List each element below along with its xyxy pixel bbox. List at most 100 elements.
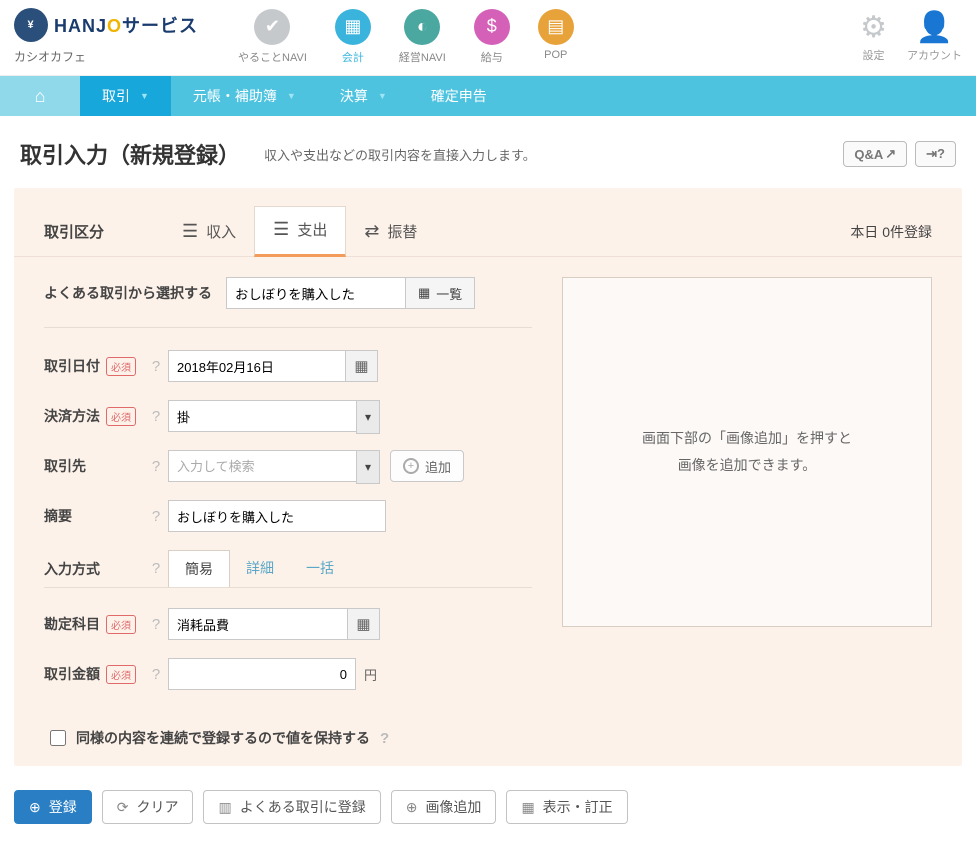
payment-value[interactable] xyxy=(168,400,380,432)
label-text: 決済方法 xyxy=(44,406,100,426)
help-button[interactable]: ⇥? xyxy=(915,141,956,167)
mode-tab-simple[interactable]: 簡易 xyxy=(168,550,230,587)
bookmark-icon: ▥ xyxy=(218,799,231,816)
help-icon[interactable]: ? xyxy=(144,458,168,475)
mode-tabs: 簡易 詳細 一括 xyxy=(168,550,350,587)
logo-o: O xyxy=(107,16,122,36)
label-text: 取引金額 xyxy=(44,664,100,684)
row-input-mode: 入力方式 ? 簡易 詳細 一括 xyxy=(44,550,532,588)
label-payment: 決済方法 必須 xyxy=(44,406,144,426)
nav-todo[interactable]: ✔ やることNAVI xyxy=(238,9,307,65)
main-panel: 取引区分 ☰ 収入 ☰ 支出 ⇄ 振替 本日 0件登録 よくある取引から選択する… xyxy=(14,188,962,766)
frequent-btn-label: 一覧 xyxy=(436,284,462,303)
help-icon[interactable]: ? xyxy=(144,358,168,375)
logo-text: HANJ xyxy=(54,16,107,36)
calendar-button[interactable]: ▦ xyxy=(346,350,378,382)
subnav-label: 決算 xyxy=(340,86,368,106)
logo[interactable]: ¥ HANJOサービス xyxy=(14,8,198,42)
chevron-down-icon: ▼ xyxy=(140,91,149,101)
plus-circle-icon: ⊕ xyxy=(406,799,418,816)
tab-income[interactable]: ☰ 収入 xyxy=(164,209,254,256)
nav-pop[interactable]: ▤ POP xyxy=(538,9,574,65)
check-circle-icon: ✔ xyxy=(254,9,290,45)
subnav-transaction[interactable]: 取引▼ xyxy=(80,76,171,116)
account-input[interactable] xyxy=(168,608,348,640)
partner-input[interactable] xyxy=(168,450,380,482)
income-icon: ☰ xyxy=(182,221,198,242)
add-partner-button[interactable]: + 追加 xyxy=(390,450,464,482)
retain-checkbox[interactable] xyxy=(50,730,66,746)
company-name: カシオカフェ xyxy=(14,48,198,65)
settings-label: 設定 xyxy=(863,47,885,63)
btn-label: 登録 xyxy=(49,797,77,817)
top-header: ¥ HANJOサービス カシオカフェ ✔ やることNAVI ▦ 会計 ◐ 経営N… xyxy=(0,0,976,76)
transfer-icon: ⇄ xyxy=(364,221,379,242)
account-label: アカウント xyxy=(907,47,962,63)
mode-tab-bulk[interactable]: 一括 xyxy=(290,550,350,587)
expense-icon: ☰ xyxy=(273,219,289,240)
label-memo: 摘要 xyxy=(44,506,144,526)
help-icon[interactable]: ? xyxy=(144,408,168,425)
clear-button[interactable]: ⟳ クリア xyxy=(102,790,194,824)
top-nav: ✔ やることNAVI ▦ 会計 ◐ 経営NAVI $ 給与 ▤ POP xyxy=(238,9,860,65)
money-icon: $ xyxy=(474,9,510,45)
row-amount: 取引金額 必須 ? 円 xyxy=(44,658,532,690)
frequent-row: よくある取引から選択する ▦ 一覧 xyxy=(44,277,532,328)
form-left: よくある取引から選択する ▦ 一覧 取引日付 必須 ? ▦ xyxy=(44,277,532,708)
chevron-down-icon: ▼ xyxy=(378,91,387,101)
account-lookup-button[interactable]: ▦ xyxy=(348,608,380,640)
settings-button[interactable]: ⚙ 設定 xyxy=(860,10,887,63)
help-icon[interactable]: ? xyxy=(144,666,168,683)
qa-button[interactable]: Q&A↗ xyxy=(843,141,907,167)
list-icon: ▦ xyxy=(418,285,430,301)
calendar-icon: ▦ xyxy=(354,357,368,375)
category-label: 取引区分 xyxy=(44,221,104,256)
add-image-button[interactable]: ⊕ 画像追加 xyxy=(391,790,497,824)
tab-transfer[interactable]: ⇄ 振替 xyxy=(346,209,435,256)
chevron-down-icon: ▼ xyxy=(287,91,296,101)
clipboard-icon: ▤ xyxy=(538,9,574,45)
btn-label: 画像追加 xyxy=(425,797,481,817)
help-icon[interactable]: ? xyxy=(380,730,389,747)
memo-input[interactable] xyxy=(168,500,386,532)
retain-label: 同様の内容を連続で登録するので値を保持する xyxy=(76,728,370,748)
image-drop-area: 画面下部の「画像追加」を押すと 画像を追加できます。 xyxy=(562,277,932,627)
help-icon[interactable]: ? xyxy=(144,616,168,633)
tab-expense[interactable]: ☰ 支出 xyxy=(254,206,346,257)
nav-payroll[interactable]: $ 給与 xyxy=(474,9,510,65)
register-button[interactable]: ⊕ 登録 xyxy=(14,790,92,824)
save-frequent-button[interactable]: ▥ よくある取引に登録 xyxy=(203,790,380,824)
nav-label: 会計 xyxy=(342,49,364,65)
qa-label: Q&A xyxy=(854,147,883,162)
nav-label: POP xyxy=(544,49,567,61)
required-badge: 必須 xyxy=(106,615,136,634)
frequent-input[interactable] xyxy=(226,277,406,309)
nav-management[interactable]: ◐ 経営NAVI xyxy=(399,9,446,65)
arrow-up-icon: ↗ xyxy=(885,146,896,162)
date-input[interactable] xyxy=(168,350,346,382)
frequent-list-button[interactable]: ▦ 一覧 xyxy=(406,277,475,309)
bottom-bar: ⊕ 登録 ⟳ クリア ▥ よくある取引に登録 ⊕ 画像追加 ▦ 表示・訂正 xyxy=(0,780,976,842)
subnav-home[interactable]: ⌂ xyxy=(0,76,80,116)
partner-select[interactable] xyxy=(168,450,380,482)
mode-tab-detail[interactable]: 詳細 xyxy=(230,550,290,587)
label-text: 取引日付 xyxy=(44,356,100,376)
subnav-tax[interactable]: 確定申告 xyxy=(409,76,509,116)
help-icon[interactable]: ? xyxy=(144,560,168,577)
home-icon: ⌂ xyxy=(35,86,46,107)
nav-accounting[interactable]: ▦ 会計 xyxy=(335,9,371,65)
list-icon: ▦ xyxy=(356,615,370,633)
help-icon: ⇥? xyxy=(926,146,945,162)
account-button[interactable]: 👤 アカウント xyxy=(907,10,962,63)
subnav-ledger[interactable]: 元帳・補助簿▼ xyxy=(171,76,318,116)
row-memo: 摘要 ? xyxy=(44,500,532,532)
amount-input[interactable] xyxy=(168,658,356,690)
subnav-settlement[interactable]: 決算 ▼ xyxy=(318,76,409,116)
view-correct-button[interactable]: ▦ 表示・訂正 xyxy=(506,790,627,824)
help-icon[interactable]: ? xyxy=(144,508,168,525)
logo-block: ¥ HANJOサービス カシオカフェ xyxy=(14,8,198,65)
label-text: 勘定科目 xyxy=(44,614,100,634)
payment-select[interactable] xyxy=(168,400,380,432)
frequent-label: よくある取引から選択する xyxy=(44,283,212,303)
row-partner: 取引先 ? + 追加 xyxy=(44,450,532,482)
